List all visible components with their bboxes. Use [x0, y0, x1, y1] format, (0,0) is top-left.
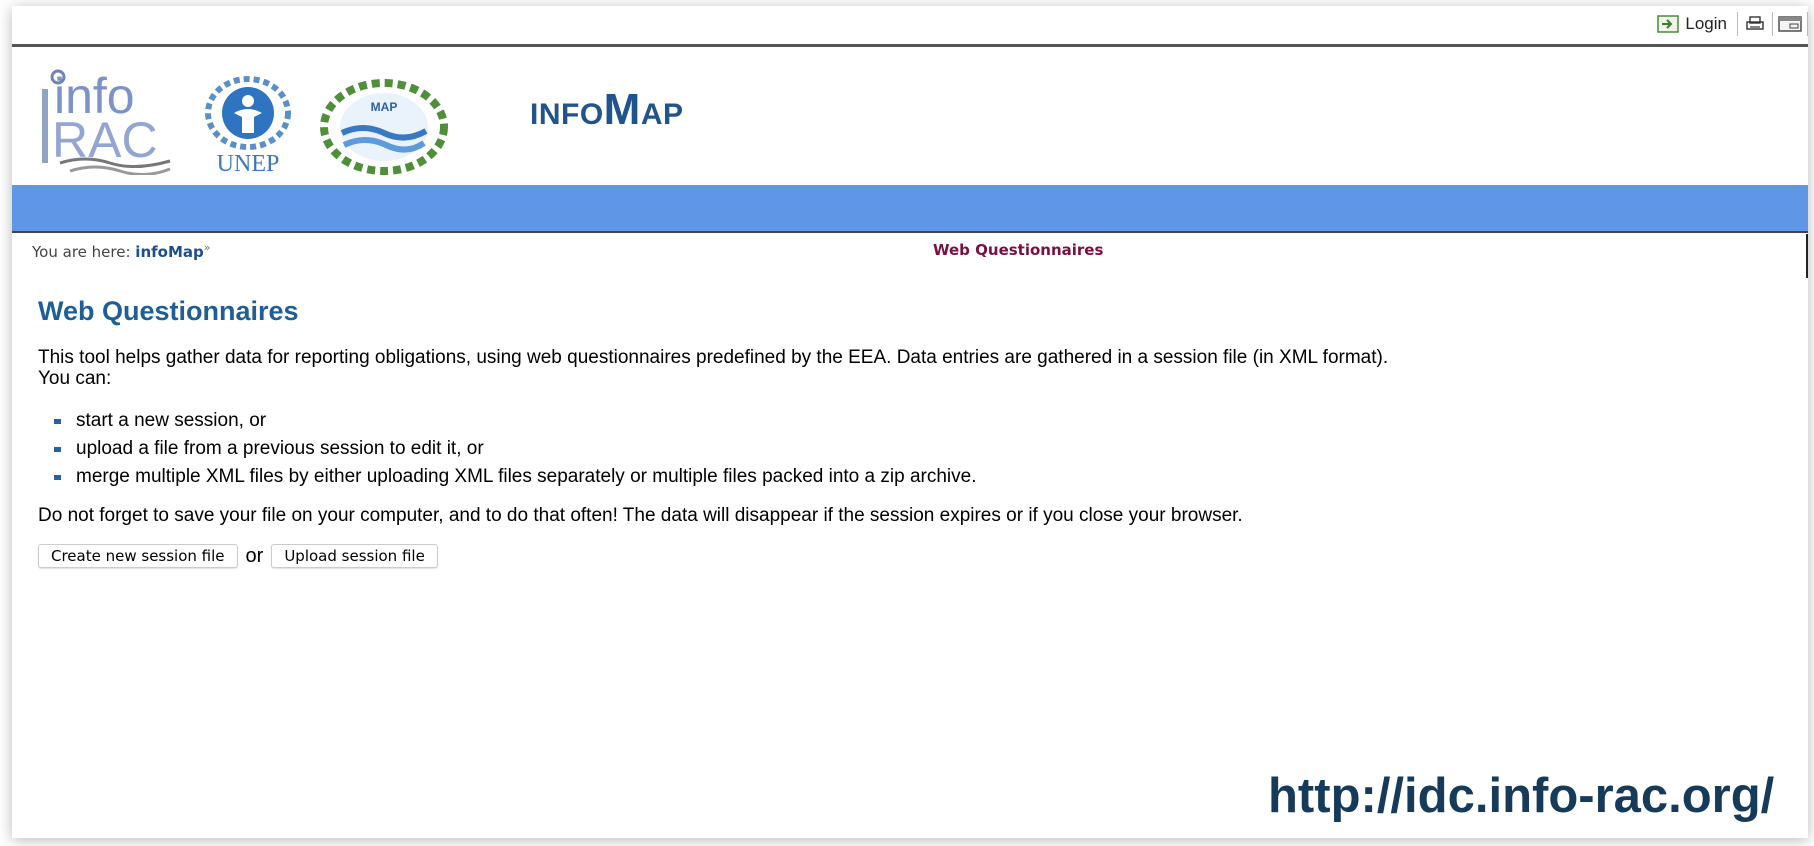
page-title: Web Questionnaires	[38, 296, 299, 326]
top-bar: Login	[12, 6, 1808, 47]
login-link[interactable]: Login	[1657, 14, 1737, 34]
breadcrumb-separator: »	[203, 241, 211, 254]
create-session-button[interactable]: Create new session file	[38, 544, 238, 568]
list-item: start a new session, or	[38, 407, 1778, 435]
unep-logo: UNEP	[205, 76, 291, 175]
breadcrumb-path: You are here: infoMap»	[32, 241, 210, 261]
map-logo: MAP	[320, 79, 448, 175]
session-actions: Create new session file or Upload sessio…	[38, 544, 1778, 568]
info-rac-logo: info RAC	[42, 68, 171, 175]
intro-line: This tool helps gather data for reportin…	[38, 347, 1389, 368]
site-title-suffix: AP	[640, 98, 684, 131]
logo-unep-text: UNEP	[217, 151, 280, 175]
main-content: Web Questionnaires This tool helps gathe…	[38, 296, 1778, 568]
list-item: merge multiple XML files by either uploa…	[38, 463, 1778, 491]
print-button[interactable]	[1738, 12, 1772, 36]
breadcrumb: You are here: infoMap» Web Questionnaire…	[12, 233, 1808, 263]
divider	[1807, 12, 1808, 36]
site-title: INFOMAP	[530, 85, 684, 135]
save-warning: Do not forget to save your file on your …	[38, 505, 1243, 526]
breadcrumb-current: Web Questionnaires	[933, 241, 1104, 259]
options-list: start a new session, or upload a file fr…	[38, 407, 1778, 491]
intro-text: This tool helps gather data for reportin…	[38, 347, 1778, 389]
site-url: http://idc.info-rac.org/	[1268, 769, 1775, 823]
logo-map-text: MAP	[371, 100, 398, 114]
login-icon	[1657, 15, 1680, 33]
page-frame: Login info RAC UNEP MAP INFOMAP You are …	[12, 6, 1808, 838]
navigation-bar	[12, 185, 1808, 233]
site-title-initial: M	[603, 85, 641, 134]
scrollbar-edge	[1806, 234, 1808, 278]
intro-line: You can:	[38, 368, 112, 389]
breadcrumb-label: You are here:	[32, 243, 131, 261]
site-title-prefix: INFO	[530, 98, 604, 131]
list-item: upload a file from a previous session to…	[38, 435, 1778, 463]
login-label: Login	[1685, 14, 1727, 33]
or-text: or	[245, 544, 264, 567]
fullscreen-button[interactable]	[1773, 12, 1807, 36]
upload-session-button[interactable]: Upload session file	[271, 544, 438, 568]
site-header: info RAC UNEP MAP INFOMAP	[12, 47, 1808, 185]
print-icon	[1746, 16, 1764, 30]
top-actions: Login	[1657, 11, 1808, 37]
fullscreen-icon	[1778, 16, 1802, 32]
breadcrumb-home-link[interactable]: infoMap	[135, 243, 203, 261]
